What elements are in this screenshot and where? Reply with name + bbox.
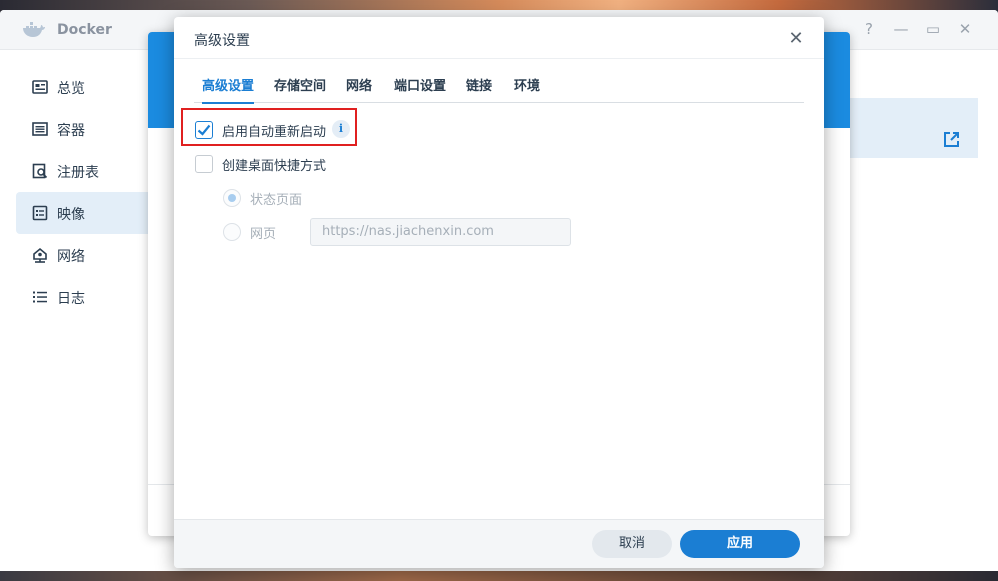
sidebar-item-label: 网络 — [57, 249, 85, 265]
maximize-button[interactable]: ▭ — [924, 20, 942, 38]
tab-port-settings[interactable]: 端口设置 — [394, 75, 446, 103]
tab-storage[interactable]: 存储空间 — [274, 75, 326, 103]
url-input[interactable]: https://nas.jiachenxin.com — [310, 218, 571, 246]
desktop-wallpaper-bottom — [0, 571, 998, 581]
image-icon — [32, 205, 48, 221]
minimize-button[interactable]: — — [892, 20, 910, 38]
advanced-settings-dialog: 高级设置 ✕ 高级设置 存储空间 网络 端口设置 链接 环境 启用自动重新启动 … — [174, 17, 824, 568]
help-button[interactable]: ? — [860, 20, 878, 38]
desktop-shortcut-checkbox[interactable] — [195, 155, 213, 173]
close-icon[interactable]: ✕ — [786, 29, 806, 49]
tab-advanced-settings[interactable]: 高级设置 — [202, 75, 255, 104]
log-icon — [33, 291, 47, 303]
sidebar-item-log[interactable]: 日志 — [16, 276, 148, 318]
app-title: Docker — [57, 22, 112, 38]
tab-environment[interactable]: 环境 — [514, 75, 540, 103]
sidebar-item-registry[interactable]: 注册表 — [16, 150, 148, 192]
sidebar-item-container[interactable]: 容器 — [16, 108, 148, 150]
sidebar-item-label: 日志 — [57, 291, 85, 307]
apply-button[interactable]: 应用 — [680, 530, 800, 558]
cancel-button[interactable]: 取消 — [592, 530, 672, 558]
tab-network[interactable]: 网络 — [346, 75, 372, 103]
status-page-radio[interactable] — [223, 189, 241, 207]
desktop-shortcut-label[interactable]: 创建桌面快捷方式 — [222, 155, 326, 174]
container-icon — [32, 122, 48, 136]
sidebar-item-label: 注册表 — [57, 165, 99, 181]
sidebar-item-label: 总览 — [57, 81, 85, 97]
dialog-title: 高级设置 — [194, 33, 250, 49]
network-icon — [33, 247, 47, 263]
info-icon[interactable]: i — [332, 120, 350, 138]
tab-links[interactable]: 链接 — [466, 75, 492, 103]
checkmark-icon — [197, 124, 211, 136]
web-page-radio[interactable] — [223, 223, 241, 241]
sidebar-item-image[interactable]: 映像 — [16, 192, 148, 234]
dialog-divider — [174, 58, 824, 59]
status-page-label[interactable]: 状态页面 — [250, 189, 302, 208]
close-window-button[interactable]: ✕ — [956, 20, 974, 38]
docker-whale-icon — [23, 22, 45, 37]
sidebar-item-label: 容器 — [57, 123, 85, 139]
footer-divider — [174, 519, 824, 520]
sidebar-item-label: 映像 — [57, 207, 85, 223]
sidebar-item-network[interactable]: 网络 — [16, 234, 148, 276]
registry-icon — [32, 163, 48, 179]
sidebar-item-overview[interactable]: 总览 — [16, 66, 148, 108]
sidebar: 总览 容器 注册表 映像 网络 日志 — [0, 50, 148, 578]
external-link-icon[interactable] — [943, 131, 960, 148]
auto-restart-label[interactable]: 启用自动重新启动 — [222, 121, 326, 140]
overview-icon — [32, 80, 48, 94]
tab-bar: 高级设置 存储空间 网络 端口设置 链接 环境 — [194, 75, 804, 104]
web-page-label[interactable]: 网页 — [250, 223, 276, 242]
auto-restart-checkbox[interactable] — [195, 121, 213, 139]
